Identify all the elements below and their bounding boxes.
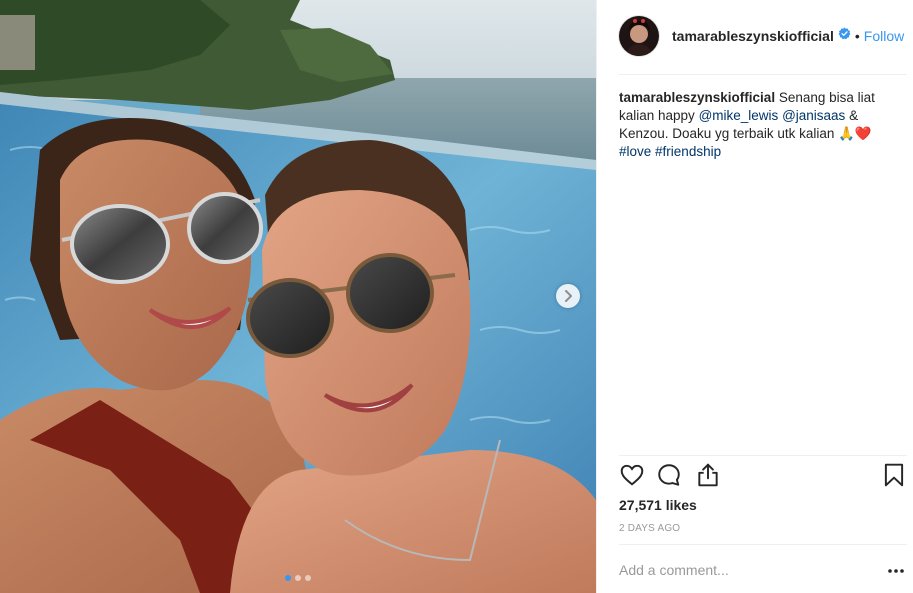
- carousel-dot: [295, 575, 301, 581]
- avatar[interactable]: [619, 16, 659, 56]
- mention-link[interactable]: @janisaas: [782, 108, 845, 123]
- action-bar: [619, 462, 909, 492]
- more-options-icon[interactable]: [887, 561, 905, 579]
- hashtag-link[interactable]: #friendship: [655, 144, 721, 159]
- post-timestamp[interactable]: 2 DAYS AGO: [619, 523, 680, 534]
- heart-icon[interactable]: [619, 462, 645, 493]
- post-photo[interactable]: [0, 0, 596, 593]
- header-divider: [619, 74, 907, 75]
- comment-box: [619, 553, 905, 587]
- post-caption: tamarableszynskiofficial Senang bisa lia…: [619, 89, 897, 161]
- carousel-next-button[interactable]: [556, 284, 580, 308]
- carousel-dot: [285, 575, 291, 581]
- follow-button[interactable]: Follow: [864, 28, 904, 44]
- selfie-photo: [0, 0, 596, 593]
- comment-icon[interactable]: [656, 462, 682, 493]
- header-separator: •: [854, 28, 860, 44]
- carousel-indicator: [0, 575, 596, 581]
- likes-count[interactable]: 27,571 likes: [619, 497, 697, 513]
- post-side-panel: tamarableszynskiofficial • Follow tamara…: [596, 0, 913, 593]
- bookmark-icon[interactable]: [881, 462, 907, 493]
- share-icon[interactable]: [695, 462, 721, 493]
- carousel-dot: [305, 575, 311, 581]
- mention-link[interactable]: @mike_lewis: [699, 108, 779, 123]
- comment-divider: [619, 544, 907, 545]
- verified-badge-icon: [838, 27, 851, 45]
- avatar-image: [619, 16, 659, 56]
- caption-username[interactable]: tamarableszynskiofficial: [619, 90, 775, 105]
- hashtag-link[interactable]: #love: [619, 144, 651, 159]
- post-header: tamarableszynskiofficial • Follow: [619, 14, 909, 58]
- actions-divider: [619, 455, 907, 456]
- chevron-right-icon: [565, 290, 572, 302]
- header-username[interactable]: tamarableszynskiofficial: [672, 28, 834, 44]
- comment-input[interactable]: [619, 562, 887, 578]
